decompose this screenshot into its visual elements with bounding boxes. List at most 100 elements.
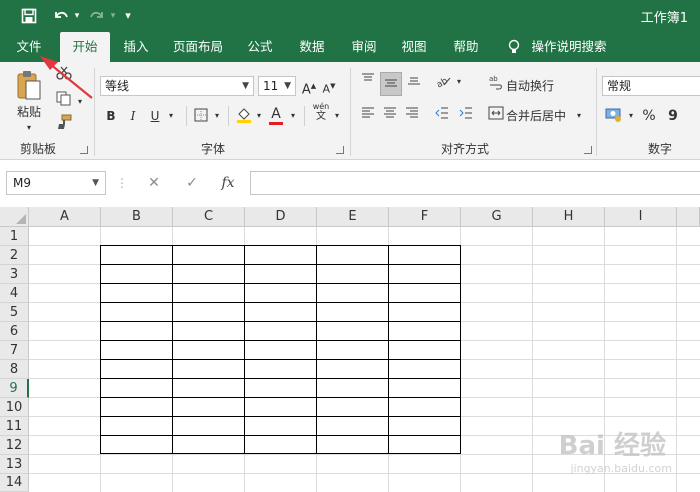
font-name-combo[interactable]: 等线 ▼	[100, 76, 254, 96]
font-name-value: 等线	[105, 79, 130, 93]
divider	[186, 106, 187, 126]
comma-style-button[interactable]: 9	[664, 106, 682, 126]
accounting-dropdown-icon[interactable]: ▾	[626, 106, 636, 126]
alignment-launcher-icon[interactable]	[584, 146, 592, 154]
row-header-12[interactable]: 12	[0, 436, 29, 455]
align-bottom-icon[interactable]	[404, 72, 424, 92]
row-header-5[interactable]: 5	[0, 303, 29, 322]
format-painter-icon[interactable]	[52, 114, 76, 136]
paste-dropdown-icon[interactable]: ▾	[22, 118, 36, 138]
align-center-icon[interactable]	[380, 106, 400, 126]
orientation-icon[interactable]: ab	[432, 72, 454, 94]
borders-icon[interactable]	[192, 108, 210, 128]
tab-review[interactable]: 审阅	[344, 32, 384, 62]
row-header-13[interactable]: 13	[0, 455, 29, 474]
phonetic-guide-icon[interactable]: wén 文	[310, 102, 332, 122]
lightbulb-icon[interactable]	[504, 32, 524, 62]
column-header-i[interactable]: I	[605, 207, 677, 227]
phonetic-dropdown-icon[interactable]: ▾	[332, 106, 342, 126]
merge-center-icon[interactable]	[486, 106, 506, 126]
formula-input[interactable]	[250, 171, 700, 195]
shrink-font-button[interactable]: A▼	[320, 76, 338, 100]
merge-dropdown-icon[interactable]: ▾	[574, 106, 584, 126]
column-header-b[interactable]: B	[101, 207, 173, 227]
redo-icon[interactable]	[86, 6, 108, 26]
font-launcher-icon[interactable]	[336, 146, 344, 154]
group-label-font: 字体	[200, 142, 225, 156]
tab-file[interactable]: 文件	[6, 32, 52, 62]
row-header-7[interactable]: 7	[0, 341, 29, 360]
tell-me-search[interactable]: 操作说明搜索	[528, 32, 610, 62]
tab-view[interactable]: 视图	[394, 32, 434, 62]
align-right-icon[interactable]	[402, 106, 422, 126]
align-middle-icon[interactable]	[380, 72, 402, 96]
column-header-d[interactable]: D	[245, 207, 317, 227]
group-separator	[350, 68, 351, 156]
column-header-e[interactable]: E	[317, 207, 389, 227]
wrap-text-icon[interactable]: ab	[486, 74, 506, 96]
tab-home[interactable]: 开始	[60, 32, 110, 62]
align-left-icon[interactable]	[358, 106, 378, 126]
row-header-14[interactable]: 14	[0, 474, 29, 492]
align-top-icon[interactable]	[358, 72, 378, 92]
tab-help[interactable]: 帮助	[446, 32, 486, 62]
decrease-indent-icon[interactable]	[432, 106, 452, 126]
wrap-text-button[interactable]: 自动换行	[506, 76, 560, 96]
row-header-4[interactable]: 4	[0, 284, 29, 303]
row-header-8[interactable]: 8	[0, 360, 29, 379]
fill-color-icon[interactable]	[234, 106, 254, 130]
bold-button[interactable]: B	[102, 106, 120, 126]
row-header-3[interactable]: 3	[0, 265, 29, 284]
row-header-9[interactable]: 9	[0, 379, 29, 398]
borders-dropdown-icon[interactable]: ▾	[212, 106, 222, 126]
grow-font-button[interactable]: A▲	[300, 76, 318, 100]
paste-icon[interactable]	[12, 68, 46, 104]
tab-data[interactable]: 数据	[292, 32, 332, 62]
row-header-10[interactable]: 10	[0, 398, 29, 417]
row-header-11[interactable]: 11	[0, 417, 29, 436]
underline-dropdown-icon[interactable]: ▾	[166, 106, 176, 126]
column-header-c[interactable]: C	[173, 207, 245, 227]
redo-dropdown-icon[interactable]: ▾	[108, 6, 118, 26]
column-header-partial[interactable]	[677, 207, 700, 227]
font-color-dropdown-icon[interactable]: ▾	[288, 106, 298, 126]
formula-bar-grip-icon: ⋮	[116, 176, 128, 190]
fill-color-dropdown-icon[interactable]: ▾	[254, 106, 264, 126]
italic-button[interactable]: I	[124, 106, 142, 126]
undo-dropdown-icon[interactable]: ▾	[72, 6, 82, 26]
font-size-combo[interactable]: 11 ▼	[258, 76, 296, 96]
insert-function-button[interactable]: fx	[216, 171, 240, 195]
percent-style-button[interactable]: %	[640, 106, 658, 126]
font-color-icon[interactable]: A	[266, 104, 286, 125]
increase-indent-icon[interactable]	[456, 106, 476, 126]
copy-dropdown-icon[interactable]: ▾	[76, 92, 84, 112]
select-all-button[interactable]	[0, 207, 29, 227]
column-header-f[interactable]: F	[389, 207, 461, 227]
undo-icon[interactable]	[50, 6, 72, 26]
column-header-h[interactable]: H	[533, 207, 605, 227]
orientation-dropdown-icon[interactable]: ▾	[454, 72, 464, 92]
clipboard-launcher-icon[interactable]	[80, 146, 88, 154]
enter-icon[interactable]: ✓	[180, 171, 204, 195]
number-format-value: 常规	[607, 79, 632, 93]
customize-qat-icon[interactable]: ▾	[120, 6, 136, 26]
tab-insert[interactable]: 插入	[116, 32, 156, 62]
merge-center-button[interactable]: 合并后居中	[506, 106, 572, 126]
number-format-combo[interactable]: 常规	[602, 76, 700, 96]
tab-formulas[interactable]: 公式	[240, 32, 280, 62]
copy-icon[interactable]	[52, 90, 76, 112]
name-box[interactable]: M9 ▼	[6, 171, 106, 195]
tab-page-layout[interactable]: 页面布局	[166, 32, 230, 62]
svg-text:ab: ab	[489, 75, 498, 83]
save-icon[interactable]	[18, 6, 40, 26]
row-header-1[interactable]: 1	[0, 227, 29, 246]
underline-button[interactable]: U	[146, 106, 164, 126]
row-header-6[interactable]: 6	[0, 322, 29, 341]
row-header-2[interactable]: 2	[0, 246, 29, 265]
divider	[228, 106, 229, 126]
column-header-a[interactable]: A	[29, 207, 101, 227]
accounting-format-icon[interactable]	[604, 106, 624, 128]
cancel-icon[interactable]: ✕	[142, 171, 166, 195]
cut-icon[interactable]	[52, 66, 76, 86]
column-header-g[interactable]: G	[461, 207, 533, 227]
